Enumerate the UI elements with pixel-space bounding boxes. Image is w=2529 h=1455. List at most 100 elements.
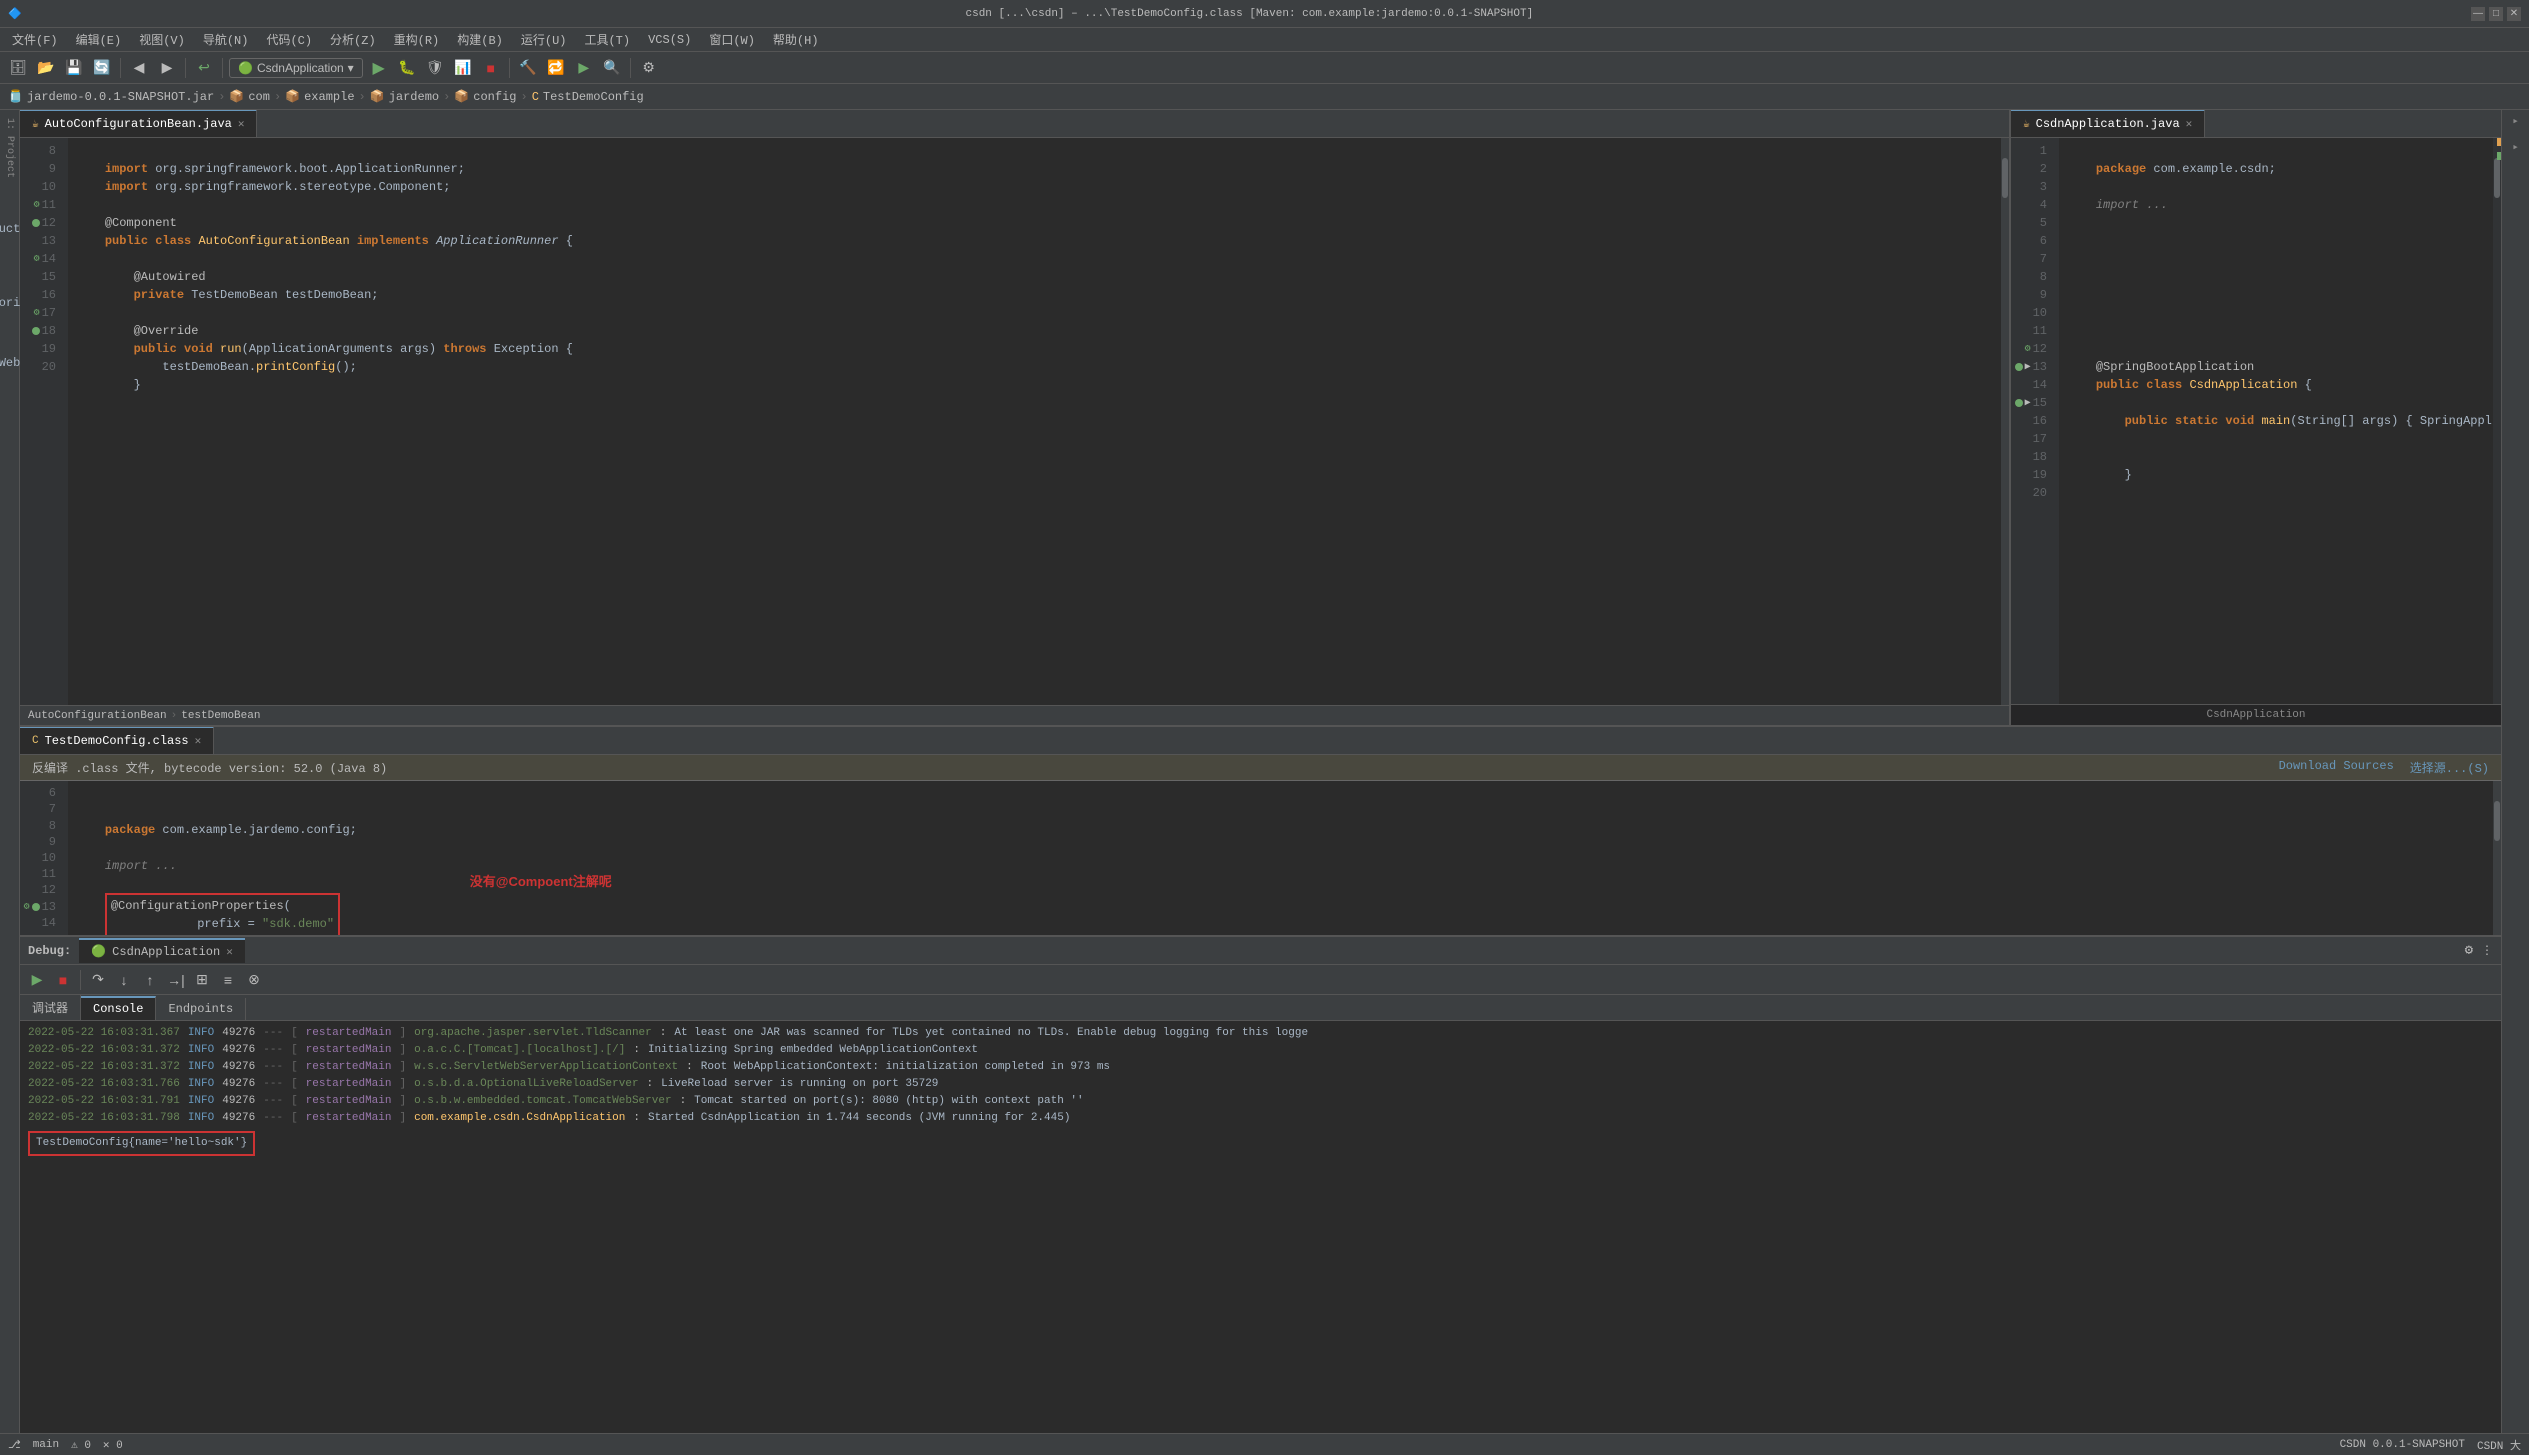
run-config-selector[interactable]: 🟢 CsdnApplication ▾ [229, 58, 363, 78]
debug-app-close[interactable]: ✕ [226, 945, 233, 959]
sync-button[interactable]: 🔁 [544, 56, 568, 80]
breadcrumb-bar: 🫙 jardemo-0.0.1-SNAPSHOT.jar › 📦 com › 📦… [0, 84, 2529, 110]
breadcrumb-class[interactable]: TestDemoConfig [543, 90, 644, 104]
log-msg-4: LiveReload server is running on port 357… [661, 1076, 938, 1093]
profile-button[interactable]: 📊 [451, 56, 475, 80]
debug-button[interactable]: 🐛 [395, 56, 419, 80]
debug-frames-button[interactable]: ≡ [217, 969, 239, 991]
toolbar: 🗄 📂 💾 🔄 ◀ ▶ ↩ 🟢 CsdnApplication ▾ ▶ 🐛 🛡 … [0, 52, 2529, 84]
debug-tab-console[interactable]: Console [81, 996, 156, 1020]
console-line-6: 2022-05-22 16:03:31.798 INFO 49276 --- [… [28, 1110, 2493, 1127]
tab-csdnapplication[interactable]: ☕ CsdnApplication.java ✕ [2011, 110, 2205, 137]
decompiled-scrollbar[interactable] [2493, 781, 2501, 935]
run-button[interactable]: ▶ [367, 56, 391, 80]
log-pid-6: 49276 [222, 1110, 255, 1127]
stop-button[interactable]: ■ [479, 56, 503, 80]
debug-stop-button[interactable]: ■ [52, 969, 74, 991]
minimize-button[interactable]: — [2471, 7, 2485, 21]
d-gutter-7: 7 [20, 801, 64, 817]
log-time-5: 2022-05-22 16:03:31.791 [28, 1093, 180, 1110]
debug-stepinto-button[interactable]: ↓ [113, 969, 135, 991]
left-code-content[interactable]: import org.springframework.boot.Applicat… [68, 138, 2001, 705]
r-gutter-9: 9 [2011, 286, 2055, 304]
tab-autoconfigurationbean[interactable]: ☕ AutoConfigurationBean.java ✕ [20, 110, 257, 137]
r-gutter-16: 16 [2011, 412, 2055, 430]
debug-toolbar-sep [80, 970, 81, 990]
project-tab-icon[interactable]: 1: Project [4, 114, 15, 182]
menu-code[interactable]: 代码(C) [258, 29, 320, 50]
web-tab-icon[interactable]: Web [0, 356, 20, 370]
menu-analyze[interactable]: 分析(Z) [322, 29, 384, 50]
select-source-link[interactable]: 选择源...(S) [2410, 759, 2489, 776]
save-button[interactable]: 💾 [62, 56, 86, 80]
debug-stepout-button[interactable]: ↑ [139, 969, 161, 991]
right-strip-icon-2[interactable]: ▸ [2512, 140, 2519, 154]
restore-button[interactable]: □ [2489, 7, 2503, 21]
run2-button[interactable]: ▶ [572, 56, 596, 80]
open-button[interactable]: 📂 [34, 56, 58, 80]
debug-panel: Debug: 🟢 CsdnApplication ✕ ⚙ ⋮ ▶ ■ [20, 935, 2501, 1433]
menu-vcs[interactable]: VCS(S) [640, 31, 699, 49]
breadcrumb-jar[interactable]: jardemo-0.0.1-SNAPSHOT.jar [27, 90, 214, 104]
menu-edit[interactable]: 编辑(E) [68, 29, 130, 50]
settings-button[interactable]: ⚙ [637, 56, 661, 80]
gutter-9: 9 [20, 160, 64, 178]
tab-csdnapplication-close[interactable]: ✕ [2186, 117, 2193, 131]
find-button[interactable]: 🔍 [600, 56, 624, 80]
menu-run[interactable]: 运行(U) [513, 29, 575, 50]
debug-app-tab[interactable]: 🟢 CsdnApplication ✕ [79, 938, 245, 963]
right-code-content[interactable]: package com.example.csdn; import ... @Sp… [2059, 138, 2493, 704]
gutter-dot-17: ⚙ [34, 307, 40, 319]
debug-runtocrsr-button[interactable]: →| [165, 969, 187, 991]
debug-more-icon[interactable]: ⋮ [2481, 943, 2493, 958]
menu-build[interactable]: 构建(B) [449, 29, 511, 50]
back-button[interactable]: ◀ [127, 56, 151, 80]
r-gutter-5: 5 [2011, 214, 2055, 232]
debug-eval-button[interactable]: ⊞ [191, 969, 213, 991]
decompiled-code-content[interactable]: package com.example.jardemo.config; impo… [68, 781, 2493, 935]
left-code-area: 8 9 10 ⚙ 11 12 [20, 138, 2009, 705]
tab-testdemoconfig-close[interactable]: ✕ [195, 734, 202, 748]
breadcrumb-jardemo[interactable]: jardemo [389, 90, 439, 104]
menu-help[interactable]: 帮助(H) [765, 29, 827, 50]
coverage-button[interactable]: 🛡 [423, 56, 447, 80]
debug-tab-endpoints[interactable]: Endpoints [156, 998, 246, 1020]
left-scrollbar[interactable] [2001, 138, 2009, 705]
breadcrumb-pkg-icon-4: 📦 [454, 89, 469, 104]
build-button[interactable]: 🔨 [516, 56, 540, 80]
breadcrumb-com[interactable]: com [248, 90, 270, 104]
debug-tab-debugger[interactable]: 调试器 [20, 995, 81, 1020]
menu-tools[interactable]: 工具(T) [576, 29, 638, 50]
debug-header: Debug: 🟢 CsdnApplication ✕ ⚙ ⋮ [20, 937, 2501, 965]
menu-navigate[interactable]: 导航(N) [195, 29, 257, 50]
debug-stepover-button[interactable]: ↷ [87, 969, 109, 991]
right-scrollbar-thumb[interactable] [2494, 158, 2500, 198]
debug-threads-button[interactable]: ⊗ [243, 969, 265, 991]
tab-autoconfigurationbean-close[interactable]: ✕ [238, 117, 245, 131]
status-errors[interactable]: ✕ 0 [103, 1438, 123, 1452]
breadcrumb-example[interactable]: example [304, 90, 354, 104]
console-content[interactable]: 2022-05-22 16:03:31.367 INFO 49276 --- [… [20, 1021, 2501, 1433]
r-gutter-18: 18 [2011, 448, 2055, 466]
debug-settings-icon[interactable]: ⚙ [2465, 942, 2473, 959]
menu-refactor[interactable]: 重构(R) [386, 29, 448, 50]
left-scrollbar-thumb [2002, 158, 2008, 198]
status-branch[interactable]: main [33, 1439, 59, 1451]
tab-testdemoconfig[interactable]: C TestDemoConfig.class ✕ [20, 727, 214, 754]
menu-view[interactable]: 视图(V) [131, 29, 193, 50]
undo-button[interactable]: ↩ [192, 56, 216, 80]
log-thread-3: restartedMain [306, 1059, 392, 1076]
menu-file[interactable]: 文件(F) [4, 29, 66, 50]
log-thread-1: restartedMain [306, 1025, 392, 1042]
close-button[interactable]: ✕ [2507, 7, 2521, 21]
right-strip-icon-1[interactable]: ▸ [2512, 114, 2519, 128]
debug-tabs: 调试器 Console Endpoints [20, 995, 2501, 1021]
new-file-button[interactable]: 🗄 [6, 56, 30, 80]
forward-button[interactable]: ▶ [155, 56, 179, 80]
download-sources-link[interactable]: Download Sources [2279, 759, 2394, 776]
refresh-button[interactable]: 🔄 [90, 56, 114, 80]
debug-resume-button[interactable]: ▶ [26, 969, 48, 991]
status-warnings[interactable]: ⚠ 0 [71, 1438, 91, 1452]
menu-window[interactable]: 窗口(W) [701, 29, 763, 50]
breadcrumb-config[interactable]: config [473, 90, 516, 104]
